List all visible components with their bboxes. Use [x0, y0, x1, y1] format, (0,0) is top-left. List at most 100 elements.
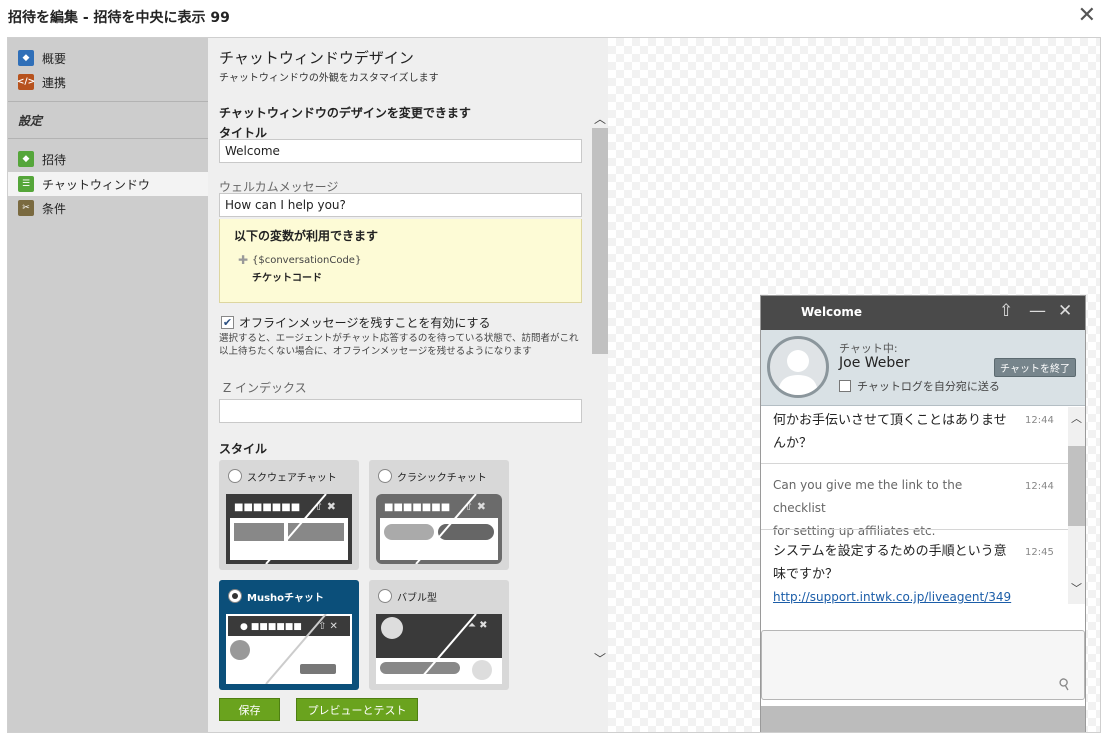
title-input[interactable]: [219, 139, 582, 163]
preview-area: Welcome ⇧ — ✕ チャット中: Joe Weber チャットを終了 チ…: [608, 38, 1100, 732]
sidebar: ◆ 概要 </> 連携 設定 ◆ 招待 ☰ チャットウィンドウ ✂ 条件: [8, 38, 208, 732]
message-divider: [761, 529, 1068, 530]
message-agent: 何かお手伝いさせて頂くことはありませ んか？: [773, 409, 1013, 455]
form-subheading: チャットウィンドウの外観をカスタマイズします: [219, 73, 439, 84]
plus-icon[interactable]: ✚: [238, 253, 248, 267]
zindex-input[interactable]: [219, 399, 582, 423]
bubble-chat-thumbnail: ⏶ ✖: [376, 614, 502, 684]
form-scrollbar-thumb[interactable]: [592, 128, 608, 354]
style-radio-selected[interactable]: [228, 589, 242, 603]
style-name: Mushoチャット: [247, 593, 324, 604]
minimize-icon[interactable]: —: [1029, 301, 1046, 321]
variables-box: 以下の変数が利用できます ✚ {$conversationCode} チケットコ…: [219, 219, 582, 303]
code-icon: </>: [17, 74, 35, 90]
agent-name: Joe Weber: [839, 355, 910, 371]
sidebar-item-label: チャットウィンドウ: [42, 177, 150, 192]
style-label: スタイル: [219, 442, 268, 456]
variable-name: チケットコード: [252, 273, 322, 284]
message-time: 12:44: [1025, 481, 1054, 492]
svg-text:⇧ ✖: ⇧ ✖: [314, 500, 336, 513]
sidebar-item-label: 招待: [42, 152, 67, 167]
sidebar-item-label: 概要: [42, 51, 67, 66]
close-icon[interactable]: ✕: [1078, 4, 1096, 28]
offline-message-description: 選択すると、エージェントがチャット応答するのを待っている状態で、訪問者がこれ: [219, 333, 579, 344]
svg-text:■■■■■■■: ■■■■■■■: [234, 502, 300, 513]
avatar: [767, 336, 829, 398]
style-card-bubble[interactable]: バブル型 ⏶ ✖: [369, 580, 509, 690]
send-log-checkbox-row[interactable]: チャットログを自分宛に送る: [839, 378, 1000, 394]
message-text: んか？: [773, 436, 813, 451]
message-text: 何かお手伝いさせて頂くことはありませ: [773, 413, 1007, 428]
chevron-down-icon[interactable]: ﹀: [594, 650, 606, 667]
variables-heading: 以下の変数が利用できます: [234, 229, 379, 243]
sidebar-item-chat-window[interactable]: ☰ チャットウィンドウ: [18, 174, 150, 194]
musho-chat-thumbnail: ● ■■■■■■ ⇧ ✕: [226, 614, 352, 684]
close-icon[interactable]: ✕: [1058, 301, 1072, 321]
sidebar-item-overview[interactable]: ◆ 概要: [18, 48, 66, 68]
send-log-checkbox[interactable]: [839, 380, 851, 392]
chevron-down-icon[interactable]: ﹀: [1071, 580, 1082, 596]
message-text: Can you give me the link to the checklis…: [773, 478, 963, 515]
sidebar-item-integration[interactable]: </> 連携: [17, 72, 67, 92]
preview-test-button[interactable]: プレビューとテスト: [296, 698, 418, 721]
paperclip-icon[interactable]: ⚲: [1055, 673, 1074, 694]
style-card-classic[interactable]: クラシックチャット ■■■■■■■ ⇧ ✖: [369, 460, 509, 570]
chat-title: Welcome: [801, 305, 863, 319]
save-button[interactable]: 保存: [219, 698, 280, 721]
dialog-titlebar: 招待を編集 - 招待を中央に表示 99 ✕: [0, 0, 1108, 36]
svg-text:● ■■■■■■: ● ■■■■■■: [240, 622, 302, 632]
chevron-up-icon[interactable]: ︿: [594, 110, 606, 127]
welcome-message-input[interactable]: [219, 193, 582, 217]
popout-icon[interactable]: ⇧: [999, 301, 1013, 321]
style-card-square[interactable]: スクウェアチャット ■■■■■■■ ⇧ ✖: [219, 460, 359, 570]
dialog-title: 招待を編集 - 招待を中央に表示 99: [8, 10, 230, 26]
chat-window-preview: Welcome ⇧ — ✕ チャット中: Joe Weber チャットを終了 チ…: [760, 295, 1086, 732]
style-card-musho[interactable]: Mushoチャット ● ■■■■■■ ⇧ ✕: [219, 580, 359, 690]
offline-message-checkbox[interactable]: ✔: [221, 316, 234, 329]
variable-code[interactable]: {$conversationCode}: [252, 255, 361, 266]
message-scrollbar-thumb[interactable]: [1068, 446, 1085, 526]
message-agent: システムを設定するための手順という意 味ですか？: [773, 540, 1013, 586]
message-text: 味ですか？: [773, 567, 839, 582]
chat-footer: [761, 706, 1085, 732]
form-panel: チャットウィンドウデザイン チャットウィンドウの外観をカスタマイズします チャッ…: [208, 38, 608, 732]
dialog-body: ◆ 概要 </> 連携 設定 ◆ 招待 ☰ チャットウィンドウ ✂ 条件 チャッ…: [7, 37, 1101, 733]
message-link[interactable]: http://support.intwk.co.jp/liveagent/349: [773, 586, 1013, 604]
user-silhouette-icon: [778, 350, 818, 395]
sidebar-item-invitation[interactable]: ◆ 招待: [18, 149, 66, 169]
style-radio[interactable]: [378, 589, 392, 603]
message-text: システムを設定するための手順という意: [773, 544, 1007, 559]
style-name: スクウェアチャット: [247, 473, 337, 484]
offline-message-label: オフラインメッセージを残すことを有効にする: [239, 316, 491, 330]
end-chat-button[interactable]: チャットを終了: [994, 358, 1076, 377]
offline-message-checkbox-row[interactable]: ✔ オフラインメッセージを残すことを有効にする: [221, 314, 491, 331]
chat-status: チャット中:: [839, 342, 898, 355]
message-divider: [761, 463, 1068, 464]
section-title: チャットウィンドウのデザインを変更できます: [219, 106, 471, 120]
svg-text:■■■■■■■: ■■■■■■■: [384, 502, 450, 513]
style-radio[interactable]: [228, 469, 242, 483]
send-log-label: チャットログを自分宛に送る: [857, 380, 1000, 393]
style-name: バブル型: [397, 593, 437, 604]
message-input[interactable]: ⚲: [761, 630, 1085, 700]
square-chat-thumbnail: ■■■■■■■ ⇧ ✖: [226, 494, 352, 564]
sidebar-item-label: 連携: [42, 75, 67, 90]
chat-header: Welcome ⇧ — ✕: [761, 296, 1085, 330]
message-visitor: Can you give me the link to the checklis…: [773, 474, 1013, 543]
form-heading: チャットウィンドウデザイン: [219, 49, 414, 67]
message-time: 12:44: [1025, 415, 1054, 426]
svg-text:⏶ ✖: ⏶ ✖: [468, 620, 488, 631]
zindex-label: Z インデックス: [223, 381, 307, 395]
offline-message-description: 以上待ちたくない場合に、オフラインメッセージを残せるようになります: [219, 346, 532, 357]
message-list: 何かお手伝いさせて頂くことはありませ んか？ 12:44 Can you giv…: [761, 407, 1068, 604]
sidebar-heading-settings: 設定: [18, 114, 43, 128]
sidebar-divider: [8, 138, 208, 139]
agent-panel: チャット中: Joe Weber チャットを終了 チャットログを自分宛に送る: [761, 330, 1085, 406]
conditions-icon: ✂: [18, 200, 34, 216]
chat-window-icon: ☰: [18, 176, 34, 192]
chevron-up-icon[interactable]: ︿: [1071, 410, 1082, 426]
invitation-icon: ◆: [18, 151, 34, 167]
style-radio[interactable]: [378, 469, 392, 483]
sidebar-divider: [8, 101, 208, 102]
sidebar-item-conditions[interactable]: ✂ 条件: [18, 198, 66, 218]
